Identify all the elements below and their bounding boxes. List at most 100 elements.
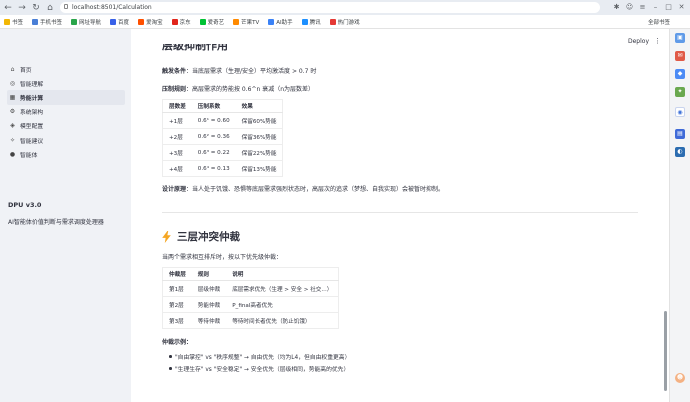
table-row: 第3层 等待仲裁 等待时间长者优先（防止饥饿） [162, 312, 339, 329]
bookmark-label: 爱淘宝 [146, 19, 163, 26]
sidebar-item-6[interactable]: ✧ 智能建议 [7, 133, 125, 147]
avatar-icon[interactable]: ☻ [675, 373, 685, 383]
rule-label: 压制规则 [162, 86, 187, 93]
extensions-icon[interactable]: ✱ [612, 3, 621, 12]
bookmark-icon [71, 18, 78, 25]
agent-icon: ● [9, 150, 16, 158]
examples-list: "自由掌控" vs "秩序规整" → 自由优先（均为L4，但自由权重更高） "生理… [169, 352, 350, 376]
lock-icon [64, 4, 68, 9]
sidebar-item-label: 系统架构 [20, 110, 44, 117]
design-principle: 设计原理：当人处于饥饿、恐惧等底层需求强烈状态时，高层次的追求（梦想、自我实现）… [162, 184, 444, 193]
calc-icon: ▦ [9, 93, 16, 101]
arbitration-table: 仲裁层 规则 说明 第1层 层级仲裁 底层需求优先（生理 > 安全 > 社交...） 第2层… [162, 267, 340, 329]
bookmark-item[interactable]: 爱奇艺 [199, 18, 224, 26]
trigger-condition: 触发条件：当底层需求（生理/安全）平均激活度 > 0.7 时 [162, 66, 316, 75]
bookmark-item[interactable]: 腾讯 [301, 18, 321, 26]
column-header[interactable]: 压制系数 [191, 99, 236, 113]
bookmark-item[interactable]: 芒果TV [233, 18, 259, 26]
table-cell: 保留13%势能 [235, 160, 283, 177]
table-cell: 等待仲裁 [191, 312, 227, 329]
sidebar-item-5[interactable]: ◈ 模型配置 [7, 119, 125, 133]
column-header[interactable]: 层数差 [162, 99, 192, 113]
main-content: Deploy ⋮ 层级抑制作用 触发条件：当底层需求（生理/安全）平均激活度 >… [131, 29, 669, 402]
sidepanel-icon-4[interactable]: ✦ [675, 87, 685, 97]
sidebar-item-7[interactable]: ● 智能体 [7, 147, 125, 161]
sidebar-item-label: 首页 [20, 67, 32, 74]
more-menu-icon[interactable]: ⋮ [654, 37, 661, 45]
forward-icon[interactable]: → [16, 2, 28, 14]
bookmark-item[interactable]: 网址导航 [71, 18, 101, 26]
bookmark-label: 腾讯 [309, 19, 321, 26]
sidebar-item-label: 智能体 [20, 152, 38, 159]
browser-window: ← → ↻ ⌂ localhost:8501/Calculation ✱ ☺ ≡… [0, 0, 690, 402]
bookmark-label: 手机书签 [40, 19, 63, 26]
bookmarks-bar: 书签 手机书签 网址导航 百度 爱淘宝 京东 爱奇艺 芒果TV AI助手 腾讯 热门游戏 全部书签 [0, 15, 690, 29]
sidebar-item-1[interactable]: ⌂ 首页 [7, 62, 125, 76]
sidepanel-icon-1[interactable]: ▣ [675, 33, 685, 43]
table-row: +4层 0.6⁴ = 0.13 保留13%势能 [162, 160, 283, 177]
sidepanel-icon-6[interactable]: ◐ [675, 147, 685, 157]
bookmark-item[interactable]: 京东 [171, 18, 191, 26]
column-header[interactable]: 说明 [226, 267, 339, 281]
bookmark-item[interactable]: 爱淘宝 [138, 18, 163, 26]
home-browser-icon[interactable]: ⌂ [44, 2, 56, 14]
table-row: 第2层 势能仲裁 P_final高者优先 [162, 296, 339, 313]
url-text: localhost:8501/Calculation [72, 4, 152, 11]
table-cell: 保留36%势能 [235, 128, 283, 145]
bookmark-icon [171, 18, 178, 25]
toolbar-icons: ✱ ☺ ≡ – □ ✕ [612, 3, 686, 12]
bulb-icon: ✧ [9, 136, 16, 144]
assistant-icon[interactable]: ◉ [675, 107, 685, 117]
sidebar-item-2[interactable]: ◎ 智能理解 [7, 76, 125, 90]
column-header[interactable]: 仲裁层 [162, 267, 192, 281]
table-cell: 第2层 [162, 296, 192, 313]
trigger-text: ：当底层需求（生理/安全）平均激活度 > 0.7 时 [186, 68, 317, 75]
sidebar-item-3[interactable]: ▦ 势能计算 [7, 90, 125, 105]
sidebar-item-label: 智能理解 [20, 81, 44, 88]
reload-icon[interactable]: ↻ [30, 2, 42, 14]
table-row: +2层 0.6² = 0.36 保留36%势能 [162, 128, 283, 145]
table-cell: 0.6² = 0.36 [191, 128, 236, 145]
column-header[interactable]: 效果 [235, 99, 283, 113]
back-icon[interactable]: ← [2, 2, 14, 14]
minimize-icon[interactable]: – [651, 3, 660, 12]
browser-side-panel: ▣ ✉ ◆ ✦ ◉ ▤ ◐ ☻ [669, 29, 690, 402]
menu-icon[interactable]: ≡ [638, 3, 647, 12]
table-cell: 0.6³ = 0.22 [191, 144, 236, 161]
column-header[interactable]: 规则 [191, 267, 227, 281]
suppression-table: 层数差 压制系数 效果 +1层 0.6¹ = 0.60 保留60%势能 +2层 0.6² = … [162, 99, 284, 177]
list-item: "自由掌控" vs "秩序规整" → 自由优先（均为L4，但自由权重更高） [169, 352, 350, 364]
bookmark-label: 百度 [118, 19, 130, 26]
maximize-icon[interactable]: □ [664, 3, 673, 12]
bookmark-item[interactable]: AI助手 [268, 18, 293, 26]
bookmark-item[interactable]: 热门游戏 [329, 18, 360, 26]
bookmark-icon [110, 18, 117, 25]
sidebar-item-label: 模型配置 [20, 124, 44, 131]
page-scrollbar[interactable] [664, 311, 667, 391]
arbitration-intro: 当两个需求相互排斥时，按以下优先级仲裁： [162, 254, 283, 261]
close-icon[interactable]: ✕ [677, 3, 686, 12]
table-cell: 0.6¹ = 0.60 [191, 112, 236, 129]
principle-text: ：当人处于饥饿、恐惧等底层需求强烈状态时，高层次的追求（梦想、自我实现）会被暂时… [186, 186, 445, 193]
sidepanel-icon-2[interactable]: ✉ [675, 51, 685, 61]
bookmark-item[interactable]: 手机书签 [32, 18, 62, 26]
table-cell: 底层需求优先（生理 > 安全 > 社交...） [226, 280, 339, 297]
table-cell: 势能仲裁 [191, 296, 227, 313]
table-cell: +2层 [162, 128, 192, 145]
sidepanel-icon-3[interactable]: ◆ [675, 69, 685, 79]
bookmark-icon [4, 18, 10, 25]
url-field[interactable]: localhost:8501/Calculation [60, 2, 600, 13]
all-bookmarks[interactable]: 全部书签 [648, 18, 670, 26]
bookmark-item[interactable]: 百度 [110, 18, 129, 26]
sidepanel-icon-5[interactable]: ▤ [675, 129, 685, 139]
sidebar-item-4[interactable]: ⚙ 系统架构 [7, 105, 125, 119]
table-cell: 等待时间长者优先（防止饥饿） [226, 312, 339, 329]
table-header-row: 层数差 压制系数 效果 [162, 99, 283, 113]
model-icon: ◈ [10, 122, 15, 130]
profile-icon[interactable]: ☺ [625, 3, 634, 12]
deploy-button[interactable]: Deploy [628, 38, 649, 45]
section-divider [162, 212, 638, 213]
bookmark-item[interactable]: 书签 [4, 18, 23, 26]
sidebar-nav: ⌂ 首页 ◎ 智能理解 ▦ 势能计算 ⚙ 系统架构 ◈ 模型配置 ✧ 智能建议 ● 智能体 [7, 62, 125, 161]
principle-label: 设计原理 [162, 186, 187, 193]
